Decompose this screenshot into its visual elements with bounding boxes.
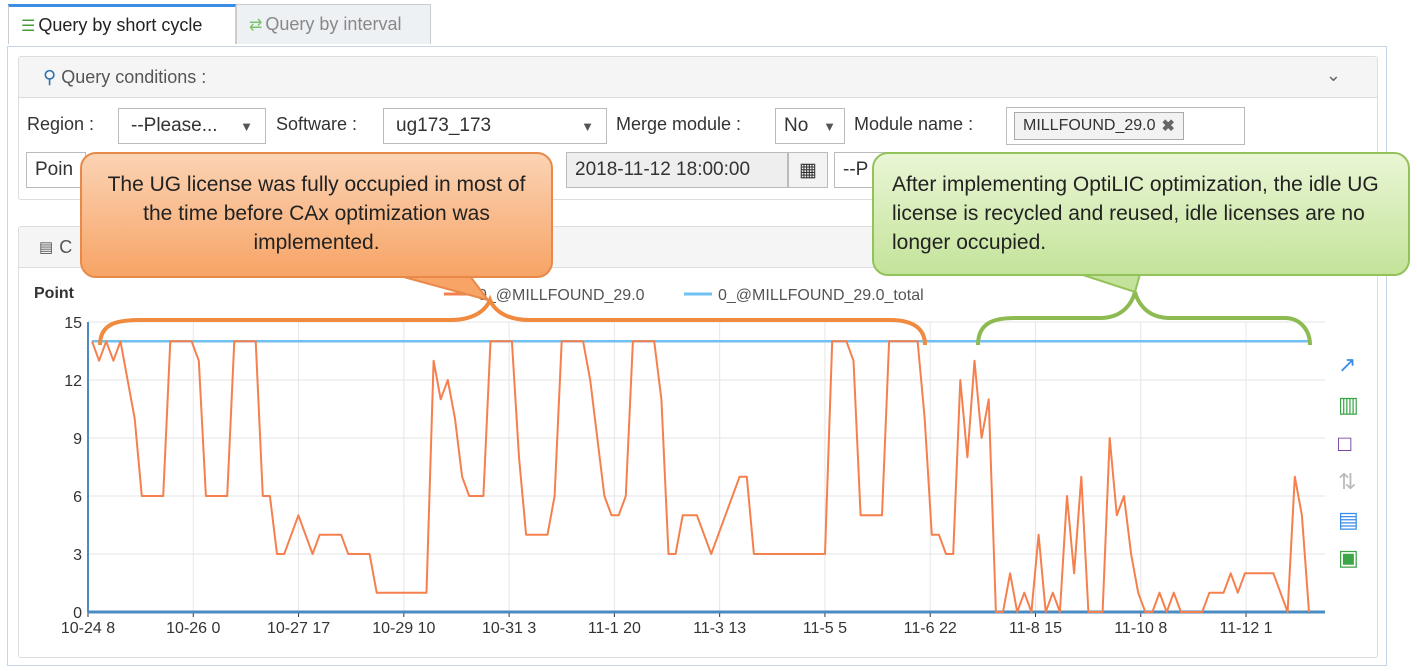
legend-label-total: 0_@MILLFOUND_29.0_total <box>718 287 924 304</box>
data-zoom-icon[interactable]: □ <box>1338 431 1351 457</box>
x-tick-label: 10-26 0 <box>166 620 220 637</box>
y-axis-label: Point <box>34 285 75 302</box>
callout-before-optimization: The UG license was fully occupied in mos… <box>80 152 553 278</box>
x-tick-label: 11-5 5 <box>803 620 847 637</box>
save-image-icon[interactable]: ▣ <box>1338 545 1359 571</box>
x-tick-label: 10-31 3 <box>482 620 536 637</box>
x-tick-label: 10-29 10 <box>372 620 435 637</box>
x-tick-label: 11-3 13 <box>693 620 746 637</box>
callout-after-optimization: After implementing OptiLIC optimization,… <box>872 152 1410 276</box>
x-tick-label: 11-10 8 <box>1114 620 1167 637</box>
x-tick-label: 11-6 22 <box>904 620 957 637</box>
restore-icon[interactable]: ⇅ <box>1338 469 1356 495</box>
x-tick-label: 10-27 17 <box>267 620 330 637</box>
callout-tail-after <box>1079 273 1142 294</box>
x-tick-label: 11-8 15 <box>1009 620 1062 637</box>
y-tick-label: 15 <box>64 315 82 332</box>
usage-line-chart: 0369121510-24 8 10-26 0 10-27 17 10-29 10 10… <box>34 273 1325 637</box>
callout-tail-before <box>399 275 491 302</box>
bar-chart-icon[interactable]: ▥ <box>1338 392 1359 418</box>
x-tick-label: 11-12 1 <box>1220 620 1273 637</box>
y-tick-label: 3 <box>73 547 82 564</box>
data-view-icon[interactable]: ▤ <box>1338 507 1359 533</box>
y-tick-label: 6 <box>73 489 82 506</box>
x-tick-label: 10-24 8 <box>61 620 115 637</box>
y-tick-label: 9 <box>73 431 82 448</box>
series-line-usage <box>91 340 1310 613</box>
legend-label-usage: 0_@MILLFOUND_29.0 <box>478 287 645 304</box>
brace-after <box>976 291 1312 346</box>
line-chart-icon[interactable]: ↗ <box>1338 352 1356 378</box>
y-tick-label: 12 <box>64 373 82 390</box>
x-tick-label: 11-1 20 <box>588 620 641 637</box>
